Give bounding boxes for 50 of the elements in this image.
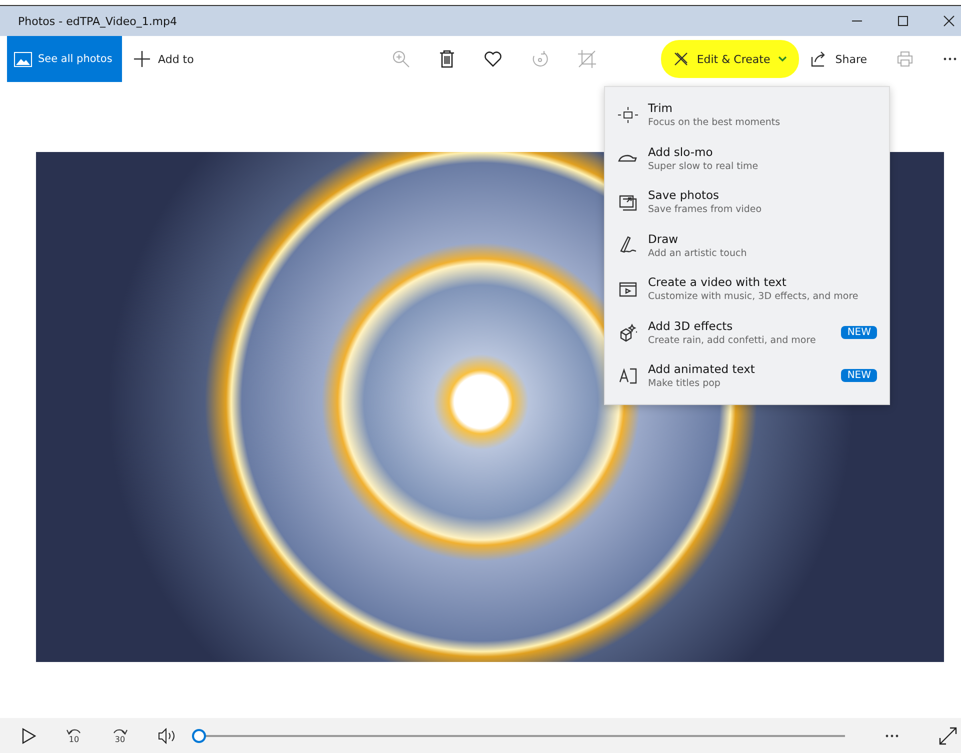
picture-icon: [14, 52, 32, 66]
menu-item-title: Add animated text: [648, 362, 756, 376]
new-badge: NEW: [841, 369, 877, 382]
menu-item[interactable]: Create a video with text Customize with music, 3D effects, and more: [605, 267, 889, 310]
forward-arrow-icon: [112, 727, 128, 735]
delete-icon[interactable]: [438, 50, 455, 68]
menu-item-title: Draw: [648, 232, 680, 246]
heart-icon[interactable]: [484, 51, 502, 67]
chevron-icon: [778, 56, 788, 62]
text-icon: [618, 366, 638, 386]
menu-item-subtitle: Customize with music, 3D effects, and more: [648, 291, 860, 302]
menu-item-subtitle: Save frames from video: [648, 204, 763, 216]
rewind-arrow-icon: [66, 727, 82, 735]
plus-icon: [134, 51, 150, 67]
menu-item[interactable]: Draw Add an artistic touch: [605, 224, 889, 267]
play-icon[interactable]: [22, 728, 36, 744]
cube-icon: [618, 322, 638, 342]
more-icon[interactable]: [943, 57, 957, 61]
see-all-photos-button[interactable]: See all photos: [7, 36, 122, 82]
edit-and-create-button[interactable]: Edit & Create: [660, 40, 800, 78]
menu-item[interactable]: Save photos Save frames from video: [605, 180, 889, 224]
seek-thumb[interactable]: [192, 728, 206, 742]
menu-item-subtitle: Make titles pop: [648, 378, 722, 390]
menu-item-subtitle: Create rain, add confetti, and more: [648, 334, 817, 346]
add-to-button[interactable]: Add to: [126, 42, 202, 76]
menu-item-title: Save photos: [648, 188, 720, 202]
menu-item-subtitle: Super slow to real time: [648, 160, 760, 172]
fullscreen-icon[interactable]: [939, 726, 957, 744]
share-icon: [811, 51, 828, 67]
maximize-icon[interactable]: [897, 15, 909, 27]
menu-item[interactable]: Trim Focus on the best moments: [605, 93, 889, 136]
menu-item[interactable]: Add 3D effects Create rain, add confetti, and more NEW: [605, 310, 889, 354]
edit-tools-icon: [672, 51, 689, 67]
menu-item-subtitle: Focus on the best moments: [648, 117, 782, 128]
menu-item[interactable]: Add animated text Make titles pop NEW: [605, 354, 889, 398]
share-button[interactable]: Share: [803, 42, 875, 76]
skip-forward-button[interactable]: 30: [112, 727, 128, 744]
close-icon[interactable]: [943, 15, 955, 27]
window-title: Photos - edTPA_Video_1.mp4: [18, 14, 178, 28]
trim-icon: [618, 104, 638, 125]
menu-item-subtitle: Add an artistic touch: [648, 248, 748, 259]
menu-item-title: Add 3D effects: [648, 318, 734, 333]
new-badge: NEW: [841, 326, 877, 339]
menu-item-title: Create a video with text: [648, 275, 788, 290]
more-icon[interactable]: [885, 734, 899, 738]
skip-back-button[interactable]: 10: [66, 727, 82, 744]
menu-item-title: Add slo-mo: [648, 144, 714, 159]
pen-icon: [618, 235, 638, 256]
menu-item-title: Trim: [648, 101, 674, 116]
menu-item[interactable]: Add slo-mo Super slow to real time: [605, 136, 889, 180]
